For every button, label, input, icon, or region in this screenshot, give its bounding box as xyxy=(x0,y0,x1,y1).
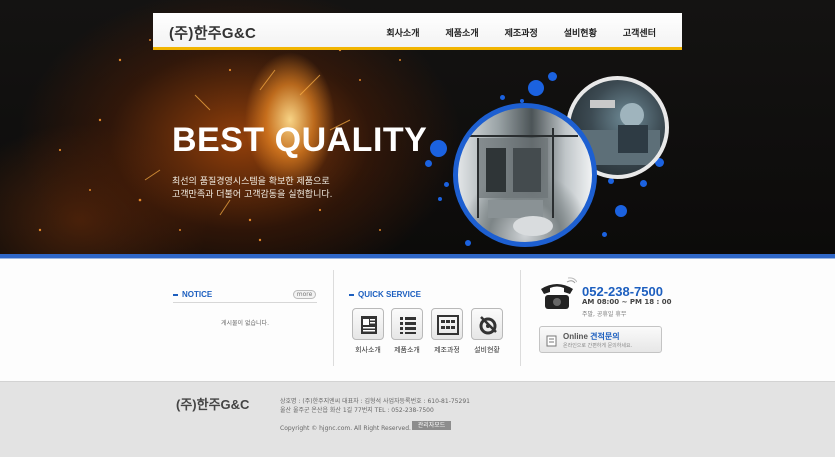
footer-logo: (주)한주G&C xyxy=(176,397,250,412)
menu-facilities[interactable]: 설비현황 xyxy=(564,26,597,39)
quick-company-button[interactable]: 회사소개 xyxy=(351,308,385,355)
hero-headline: BEST QUALITY xyxy=(172,121,428,159)
decor-dot xyxy=(528,80,544,96)
factory-photo xyxy=(453,103,597,247)
decor-dot xyxy=(640,180,647,187)
top-navigation: (주)한주G&C 회사소개 제품소개 제조과정 설비현황 고객센터 xyxy=(153,13,682,50)
column-divider xyxy=(520,270,521,366)
decor-dot xyxy=(430,140,447,157)
decor-dot xyxy=(425,160,432,167)
quick-service-title: QUICK SERVICE xyxy=(349,290,421,299)
quick-facilities-button[interactable]: 설비현황 xyxy=(470,308,504,355)
list-icon xyxy=(391,308,423,340)
menu-customer-center[interactable]: 고객센터 xyxy=(623,26,656,39)
quick-products-button[interactable]: 제품소개 xyxy=(390,308,424,355)
gear-wrench-icon xyxy=(471,308,503,340)
decor-dot xyxy=(465,240,471,246)
footer-company-info: 상호명 : (주)한주지엔씨 대표자 : 김형석 사업자등록번호 : 610-8… xyxy=(280,398,470,405)
document-icon xyxy=(546,335,557,347)
notice-empty-message: 게시물이 없습니다. xyxy=(221,320,269,327)
hero-subtext-2: 고객만족과 더불어 고객감동을 실현합니다. xyxy=(172,190,333,200)
grid-icon xyxy=(431,308,463,340)
admin-mode-button[interactable]: 관리자모드 xyxy=(412,421,451,430)
menu-manufacturing[interactable]: 제조과정 xyxy=(505,26,538,39)
telephone-icon xyxy=(541,277,577,309)
decor-dot xyxy=(602,232,607,237)
notice-title: NOTICE xyxy=(173,290,212,299)
hero-subtext-1: 최선의 품질경영시스템을 확보한 제품으로 xyxy=(172,177,330,187)
quick-facilities-label: 설비현황 xyxy=(474,346,500,354)
decor-dot xyxy=(500,95,505,100)
online-quote-subtext: 온라인으로 간편하게 문의하세요. xyxy=(563,343,633,349)
online-quote-prefix: Online xyxy=(563,332,588,341)
decor-dot xyxy=(608,178,614,184)
id-card-icon xyxy=(352,308,384,340)
decor-dot xyxy=(548,72,557,81)
business-hours: AM 08:00 ~ PM 18 : 00 xyxy=(582,298,672,306)
column-divider xyxy=(333,270,334,366)
site-logo[interactable]: (주)한주G&C xyxy=(169,22,256,43)
notice-more-button[interactable]: more xyxy=(293,290,316,299)
contact-phone-number: 052-238-7500 xyxy=(582,284,663,299)
footer xyxy=(0,381,835,457)
menu-company[interactable]: 회사소개 xyxy=(386,26,419,39)
decor-dot xyxy=(615,205,627,217)
online-quote-title: Online 견적문의 xyxy=(563,331,620,342)
footer-copyright: Copyright © hjgnc.com. All Right Reserve… xyxy=(280,425,411,432)
decor-dot xyxy=(438,197,442,201)
notice-divider xyxy=(173,302,317,303)
menu-products[interactable]: 제품소개 xyxy=(446,26,479,39)
factory-image xyxy=(468,128,578,236)
quick-manufacturing-button[interactable]: 제조과정 xyxy=(430,308,464,355)
holiday-notice: 주말, 공휴일 휴무 xyxy=(582,311,627,318)
main-menu: 회사소개 제품소개 제조과정 설비현황 고객센터 xyxy=(386,26,656,39)
online-quote-button[interactable]: Online 견적문의 온라인으로 간편하게 문의하세요. xyxy=(539,326,662,353)
online-quote-highlight: 견적문의 xyxy=(590,332,620,341)
decor-dot xyxy=(444,182,449,187)
hero-banner: (주)한주G&C 회사소개 제품소개 제조과정 설비현황 고객센터 BEST Q… xyxy=(0,0,835,254)
footer-address: 울산 울주군 온산읍 화산 1길 77번지 TEL : 052-238-7500 xyxy=(280,407,434,414)
